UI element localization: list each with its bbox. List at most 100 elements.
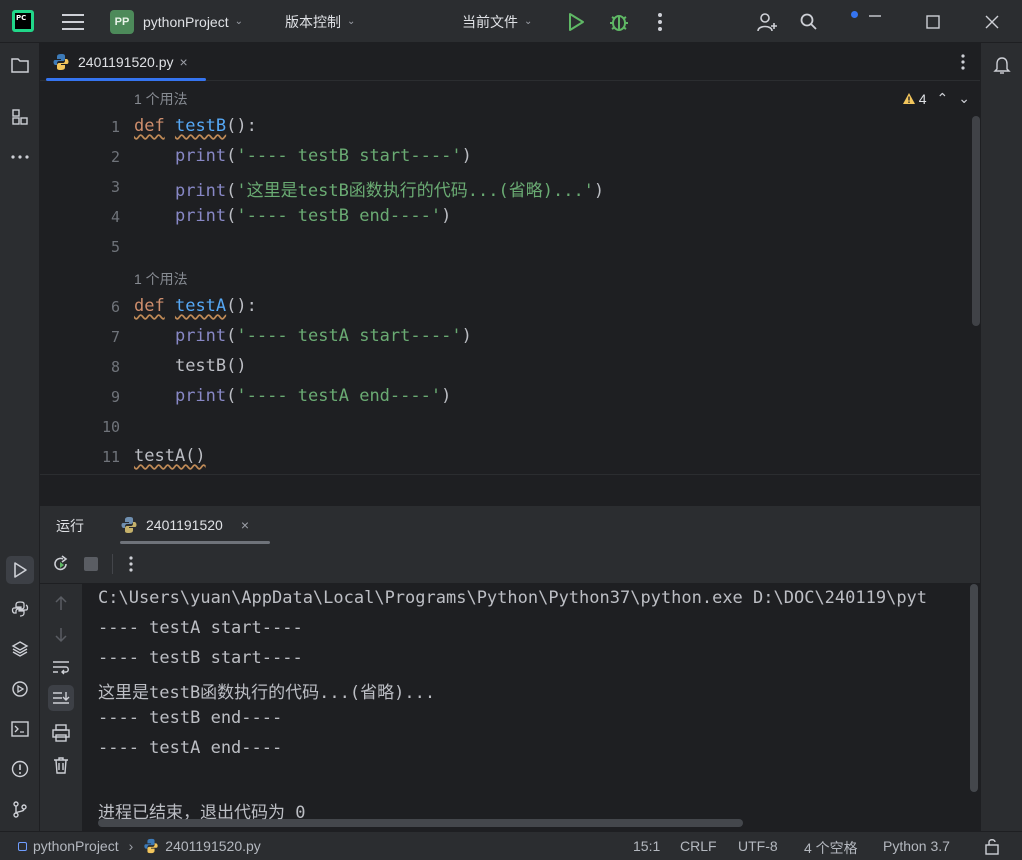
console-side-toolbar	[40, 584, 82, 831]
run-more-button[interactable]	[118, 551, 144, 577]
python-console-button[interactable]	[8, 597, 32, 621]
right-tool-strip	[980, 43, 1022, 831]
code-editor[interactable]: 1 2 3 4 5 6 7 8 9 10 11 1 个用法 def testB(…	[40, 82, 980, 474]
console-line: 这里是testB函数执行的代码...(省略)...	[98, 683, 436, 703]
code-punct: )	[461, 326, 472, 346]
editor-scrollbar[interactable]	[972, 116, 980, 326]
vcs-label: 版本控制	[285, 13, 341, 30]
inspection-widget[interactable]: 4 ⌃ ⌄	[902, 90, 970, 107]
editor-spacer	[40, 474, 980, 506]
usage-hint[interactable]: 1 个用法	[134, 269, 188, 289]
stop-button[interactable]	[78, 551, 104, 577]
console-horizontal-scrollbar[interactable]	[98, 819, 743, 827]
breadcrumb-project[interactable]: pythonProject	[33, 838, 119, 854]
code-punct: ():	[226, 296, 257, 316]
run-button[interactable]	[566, 0, 586, 43]
run-tool-button[interactable]	[6, 556, 34, 584]
code-line: print('---- testA start----')	[134, 326, 472, 346]
more-icon	[658, 12, 662, 31]
keyword-def: def	[134, 116, 165, 136]
down-icon	[55, 628, 67, 643]
editor-file-tab[interactable]: 2401191520.py ×	[46, 43, 206, 81]
chevron-right-icon: ›	[128, 838, 134, 854]
line-separator[interactable]: CRLF	[680, 838, 717, 854]
minimize-icon	[869, 14, 881, 17]
console-line: ---- testB start----	[98, 648, 303, 668]
layers-tool-button[interactable]	[8, 637, 32, 661]
builtin-print: print	[174, 326, 227, 346]
vcs-menu[interactable]: 版本控制 ⌄	[285, 0, 355, 43]
search-button[interactable]	[800, 0, 818, 43]
services-tool-button[interactable]	[8, 677, 32, 701]
terminal-tool-button[interactable]	[8, 717, 32, 741]
main-menu-button[interactable]	[62, 0, 84, 43]
search-icon	[800, 13, 817, 30]
run-config-tab[interactable]: 2401191520 ×	[120, 506, 270, 544]
python-icon	[11, 601, 29, 617]
tab-options-button[interactable]	[960, 53, 966, 74]
scroll-up-button[interactable]	[48, 590, 74, 616]
add-user-icon	[757, 12, 777, 31]
rerun-button[interactable]	[48, 551, 74, 577]
close-window-button[interactable]	[985, 0, 999, 43]
caret-position[interactable]: 15:1	[633, 838, 660, 854]
file-encoding[interactable]: UTF-8	[738, 838, 778, 854]
keyword-def: def	[134, 296, 165, 316]
indent-setting[interactable]: 4 个空格	[804, 838, 858, 858]
scroll-down-button[interactable]	[48, 622, 74, 648]
structure-tool-button[interactable]	[8, 105, 32, 129]
usage-hint[interactable]: 1 个用法	[134, 89, 188, 109]
code-with-me-button[interactable]	[756, 0, 778, 43]
services-icon	[12, 681, 28, 697]
run-icon	[569, 12, 584, 31]
code-punct: )	[441, 206, 452, 226]
pycharm-logo[interactable]: PC	[12, 10, 34, 32]
project-selector[interactable]: pythonProject ⌄	[143, 0, 243, 43]
code-punct: (	[226, 386, 237, 406]
console-line: ---- testB end----	[98, 708, 283, 728]
more-tools-button[interactable]	[8, 145, 32, 169]
warning-count: 4	[918, 90, 927, 107]
project-tool-button[interactable]	[8, 53, 32, 77]
run-config-selector[interactable]: 当前文件 ⌄	[462, 0, 532, 43]
chevron-down-icon[interactable]: ⌄	[958, 90, 970, 107]
layers-icon	[11, 641, 29, 657]
chevron-up-icon[interactable]: ⌃	[937, 90, 949, 107]
code-punct: (	[226, 181, 237, 201]
structure-icon	[12, 109, 28, 125]
problems-tool-button[interactable]	[8, 757, 32, 781]
project-badge[interactable]: PP	[110, 10, 134, 34]
stop-icon	[84, 557, 98, 571]
console-line: C:\Users\yuan\AppData\Local\Programs\Pyt…	[98, 588, 928, 608]
minimize-button[interactable]	[868, 0, 882, 43]
code-line: print('---- testB end----')	[134, 206, 451, 226]
chevron-down-icon: ⌄	[524, 16, 533, 27]
code-punct: (	[226, 206, 237, 226]
console-output[interactable]: C:\Users\yuan\AppData\Local\Programs\Pyt…	[82, 584, 980, 831]
code-line: testB()	[134, 356, 247, 376]
close-tab-icon[interactable]: ×	[241, 517, 249, 533]
more-actions-button[interactable]	[656, 0, 664, 43]
readonly-toggle[interactable]	[984, 837, 1000, 855]
line-number: 2	[110, 148, 120, 166]
breadcrumb-file[interactable]: 2401191520.py	[165, 838, 261, 854]
builtin-print: print	[174, 206, 227, 226]
python-file-icon	[53, 54, 69, 70]
scroll-to-end-button[interactable]	[48, 685, 74, 711]
notifications-button[interactable]	[990, 53, 1014, 77]
string-literal: '---- testB start----'	[236, 146, 462, 166]
maximize-button[interactable]	[926, 0, 940, 43]
console-vertical-scrollbar[interactable]	[970, 584, 978, 792]
interpreter-selector[interactable]: Python 3.7	[883, 838, 950, 854]
print-icon	[52, 724, 70, 742]
more-horizontal-icon	[11, 155, 29, 159]
debug-button[interactable]	[608, 0, 630, 43]
close-tab-icon[interactable]: ×	[180, 54, 188, 70]
print-button[interactable]	[48, 720, 74, 746]
clear-console-button[interactable]	[48, 752, 74, 778]
git-tool-button[interactable]	[8, 797, 32, 821]
title-bar: PC PP pythonProject ⌄ 版本控制 ⌄ 当前文件 ⌄	[0, 0, 1022, 43]
soft-wrap-button[interactable]	[48, 654, 74, 680]
line-number-gutter: 1 2 3 4 5 6 7 8 9 10 11	[40, 82, 120, 474]
editor-tab-label: 2401191520.py	[78, 54, 174, 70]
